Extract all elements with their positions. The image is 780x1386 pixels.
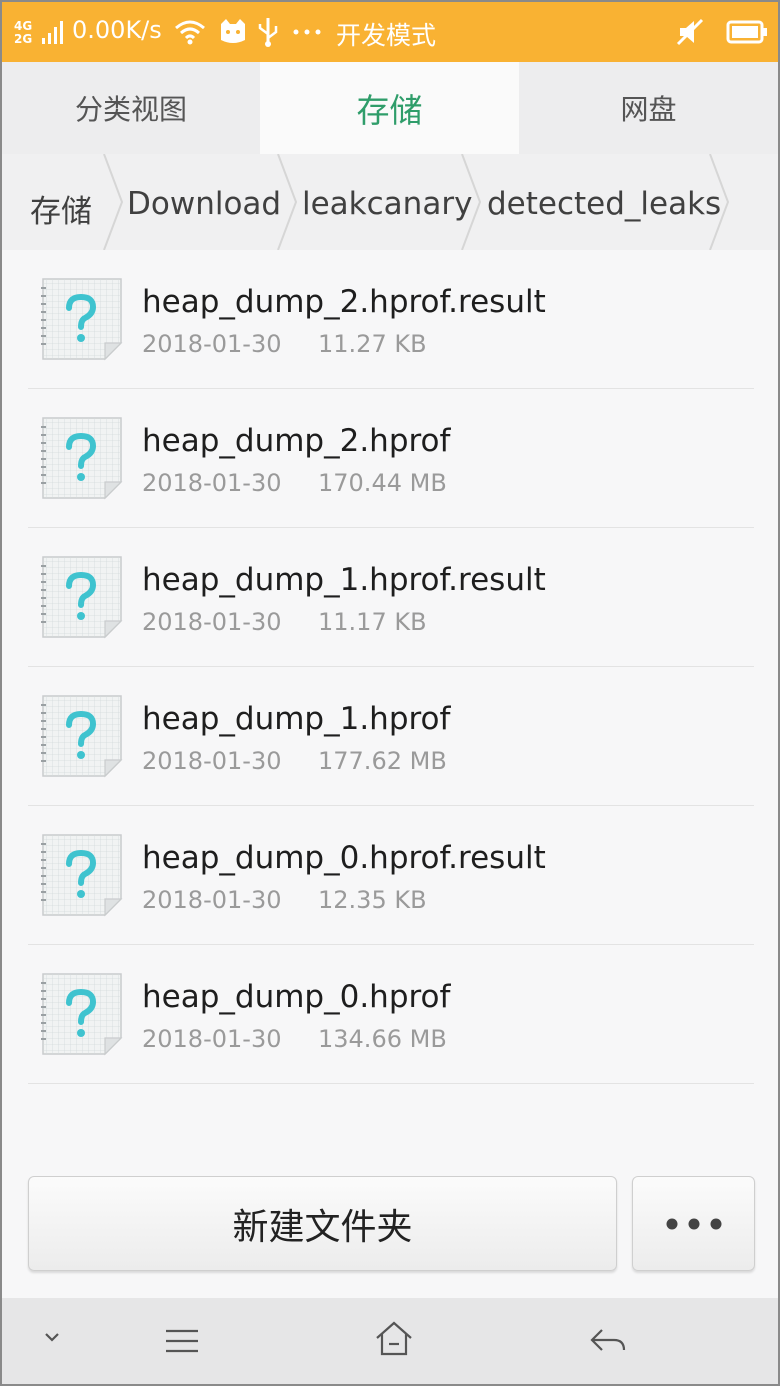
- breadcrumb-item-storage[interactable]: 存储: [30, 186, 92, 231]
- back-icon[interactable]: [588, 1324, 628, 1356]
- new-folder-label: 新建文件夹: [232, 1206, 413, 1248]
- wifi-icon: [175, 20, 205, 45]
- file-name: heap_dump_1.hprof.result: [142, 562, 546, 598]
- new-folder-button[interactable]: 新建文件夹: [28, 1176, 617, 1271]
- more-button[interactable]: [632, 1176, 755, 1271]
- file-name: heap_dump_1.hprof: [142, 701, 451, 737]
- tab-label: 分类视图: [74, 93, 187, 126]
- file-date: 2018-01-30: [142, 608, 282, 636]
- tab-bar: 分类视图 存储 网盘: [2, 62, 778, 154]
- file-date: 2018-01-30: [142, 747, 282, 775]
- more-dots-icon: [293, 29, 321, 35]
- tab-storage[interactable]: 存储: [260, 62, 519, 154]
- tab-cloud-drive[interactable]: 网盘: [519, 62, 778, 154]
- signal-icon: 4G 2G: [14, 18, 66, 46]
- file-name: heap_dump_0.hprof: [142, 979, 451, 1015]
- unknown-file-icon: [41, 556, 123, 639]
- breadcrumb-item-download[interactable]: Download: [127, 186, 281, 222]
- battery-icon: [726, 20, 767, 44]
- breadcrumb-item-leakcanary[interactable]: leakcanary: [302, 186, 472, 222]
- breadcrumb-separator-icon: [103, 154, 124, 250]
- file-date: 2018-01-30: [142, 1025, 282, 1053]
- file-row[interactable]: heap_dump_2.hprof 2018-01-30 170.44 MB: [28, 389, 754, 528]
- mute-icon: [676, 18, 704, 46]
- unknown-file-icon: [41, 417, 123, 500]
- more-dots-icon: [666, 1218, 721, 1229]
- file-row[interactable]: heap_dump_1.hprof.result 2018-01-30 11.1…: [28, 528, 754, 667]
- menu-icon[interactable]: [162, 1326, 202, 1356]
- breadcrumb-separator-icon: [461, 154, 482, 250]
- file-size: 170.44 MB: [318, 469, 447, 497]
- cat-icon: [221, 19, 245, 43]
- file-date: 2018-01-30: [142, 886, 282, 914]
- file-size: 177.62 MB: [318, 747, 447, 775]
- file-date: 2018-01-30: [142, 330, 282, 358]
- navigation-bar: [2, 1298, 778, 1384]
- home-icon[interactable]: [374, 1320, 414, 1358]
- file-row[interactable]: heap_dump_0.hprof.result 2018-01-30 12.3…: [28, 806, 754, 945]
- file-size: 134.66 MB: [318, 1025, 447, 1053]
- network-speed: 0.00K/s: [72, 16, 162, 44]
- breadcrumb-separator-icon: [277, 154, 298, 250]
- network-type-label-2: 2G: [14, 32, 33, 46]
- unknown-file-icon: [41, 695, 123, 778]
- tab-label: 存储: [356, 91, 423, 130]
- chevron-down-icon[interactable]: [42, 1330, 62, 1344]
- breadcrumb-item-detected-leaks[interactable]: detected_leaks: [487, 186, 721, 222]
- file-row[interactable]: heap_dump_0.hprof 2018-01-30 134.66 MB: [28, 945, 754, 1084]
- file-size: 12.35 KB: [318, 886, 427, 914]
- developer-mode-label: 开发模式: [336, 21, 437, 50]
- file-row[interactable]: heap_dump_2.hprof.result 2018-01-30 11.2…: [28, 250, 754, 389]
- unknown-file-icon: [41, 278, 123, 361]
- file-size: 11.27 KB: [318, 330, 427, 358]
- status-bar: 4G 2G 0.00K/s 开发模式: [2, 2, 778, 62]
- breadcrumb: 存储 Download leakcanary detected_leaks: [2, 154, 778, 250]
- unknown-file-icon: [41, 973, 123, 1056]
- usb-icon: [258, 18, 278, 47]
- tab-category-view[interactable]: 分类视图: [2, 62, 260, 154]
- unknown-file-icon: [41, 834, 123, 917]
- network-type-label: 4G: [14, 19, 33, 33]
- file-size: 11.17 KB: [318, 608, 427, 636]
- tab-label: 网盘: [620, 93, 677, 126]
- file-name: heap_dump_0.hprof.result: [142, 840, 546, 876]
- file-name: heap_dump_2.hprof.result: [142, 284, 546, 320]
- file-name: heap_dump_2.hprof: [142, 423, 451, 459]
- file-row[interactable]: heap_dump_1.hprof 2018-01-30 177.62 MB: [28, 667, 754, 806]
- file-date: 2018-01-30: [142, 469, 282, 497]
- breadcrumb-separator-icon: [709, 154, 730, 250]
